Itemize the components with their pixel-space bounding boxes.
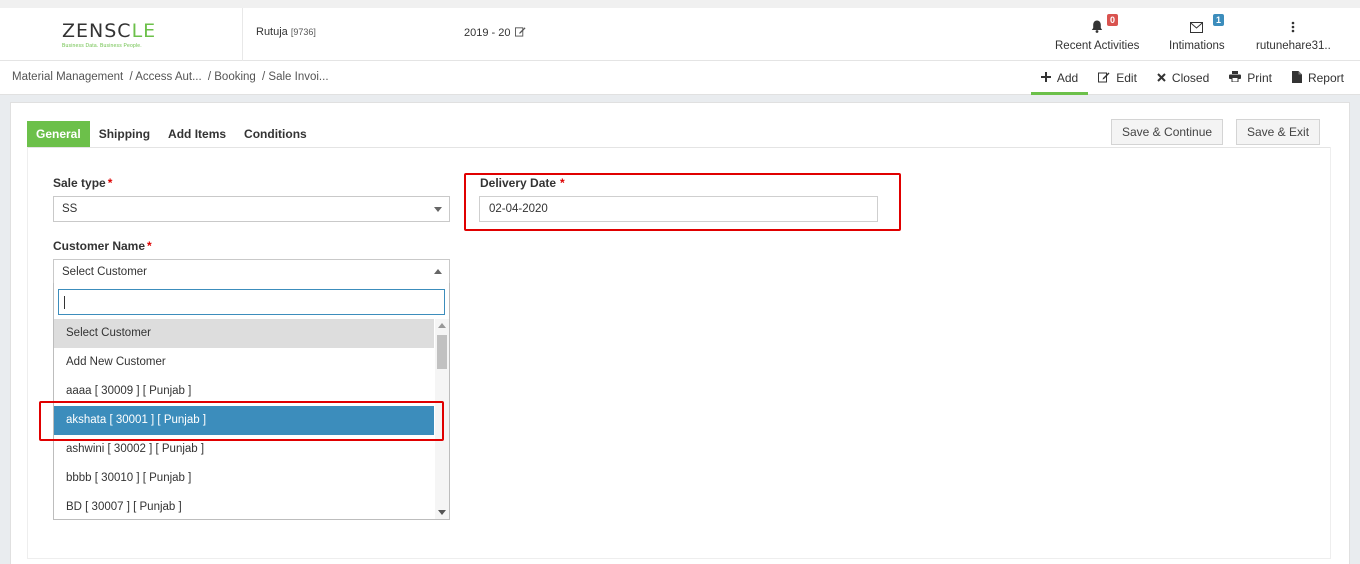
edit-icon bbox=[1098, 71, 1110, 86]
recent-activities-button[interactable]: 0 Recent Activities bbox=[1055, 14, 1140, 52]
close-icon bbox=[1157, 71, 1166, 85]
form-tabs: General Shipping Add Items Conditions bbox=[27, 121, 316, 147]
delivery-date-input[interactable]: 02-04-2020 bbox=[479, 196, 878, 222]
customer-name-required: * bbox=[147, 239, 152, 253]
customer-option-bd[interactable]: BD [ 30007 ] [ Punjab ] bbox=[54, 493, 434, 522]
app-logo[interactable]: ZENSCLE Business Data. Business People. bbox=[62, 20, 182, 50]
content-panel: General Shipping Add Items Conditions Sa… bbox=[10, 102, 1350, 564]
breadcrumb: Material Management / Access Aut... / Bo… bbox=[12, 71, 332, 83]
tab-general[interactable]: General bbox=[27, 121, 90, 147]
delivery-date-required: * bbox=[560, 176, 565, 190]
sale-type-required: * bbox=[107, 176, 113, 190]
caret-up-icon bbox=[434, 269, 442, 274]
action-toolbar: Add Edit Closed Print Report bbox=[1030, 61, 1354, 95]
breadcrumb-item-booking[interactable]: / Booking bbox=[208, 71, 256, 83]
dropdown-scrollbar[interactable] bbox=[435, 319, 449, 519]
intimations-button[interactable]: 1 Intimations bbox=[1169, 14, 1225, 52]
divider bbox=[242, 8, 243, 61]
logo-text-b: LE bbox=[131, 20, 157, 42]
logo-tagline: Business Data. Business People. bbox=[62, 43, 142, 49]
customer-option-aaaa[interactable]: aaaa [ 30009 ] [ Punjab ] bbox=[54, 377, 434, 406]
customer-name-value: Select Customer bbox=[62, 266, 148, 278]
add-label: Add bbox=[1056, 71, 1079, 85]
customer-name-label-text: Customer Name bbox=[53, 239, 146, 253]
plus-icon bbox=[1040, 71, 1051, 85]
print-label: Print bbox=[1247, 71, 1272, 85]
delivery-date-label: Delivery Date * bbox=[480, 176, 565, 190]
user-menu-button[interactable]: rutunehare31.. bbox=[1256, 16, 1331, 52]
breadcrumb-item-access-authorization[interactable]: / Access Aut... bbox=[129, 71, 201, 83]
current-user: Rutuja [9736] bbox=[256, 26, 316, 38]
top-bar: ZENSCLE Business Data. Business People. … bbox=[0, 0, 1360, 61]
save-continue-button[interactable]: Save & Continue bbox=[1111, 119, 1224, 145]
user-menu-label: rutunehare31.. bbox=[1256, 40, 1331, 52]
envelope-icon bbox=[1190, 22, 1204, 36]
intimations-label: Intimations bbox=[1169, 40, 1225, 52]
breadcrumb-bar: Material Management / Access Aut... / Bo… bbox=[0, 61, 1360, 95]
add-button[interactable]: Add bbox=[1030, 61, 1089, 95]
sale-type-value: SS bbox=[62, 203, 78, 215]
edit-button[interactable]: Edit bbox=[1088, 61, 1147, 95]
customer-name-label: Customer Name * bbox=[53, 239, 152, 253]
delivery-date-value: 02-04-2020 bbox=[489, 203, 548, 215]
fiscal-year: 2019 - 20 bbox=[464, 26, 527, 40]
customer-option-select-customer[interactable]: Select Customer bbox=[54, 319, 434, 348]
tab-add-items[interactable]: Add Items bbox=[159, 121, 235, 147]
report-label: Report bbox=[1307, 71, 1344, 85]
caret-down-icon bbox=[434, 207, 442, 212]
save-exit-button[interactable]: Save & Exit bbox=[1236, 119, 1321, 145]
recent-activities-label: Recent Activities bbox=[1055, 40, 1140, 52]
intimations-count: 1 bbox=[1213, 14, 1225, 26]
user-name: Rutuja bbox=[256, 26, 288, 38]
tab-shipping[interactable]: Shipping bbox=[90, 121, 159, 147]
closed-label: Closed bbox=[1171, 71, 1210, 85]
edit-label: Edit bbox=[1116, 71, 1137, 85]
customer-option-add-new[interactable]: Add New Customer bbox=[54, 348, 434, 377]
edit-year-icon[interactable] bbox=[515, 26, 527, 40]
print-button[interactable]: Print bbox=[1219, 61, 1282, 95]
report-button[interactable]: Report bbox=[1282, 61, 1354, 95]
customer-options-list: Select Customer Add New Customer aaaa [ … bbox=[54, 319, 434, 522]
bell-icon bbox=[1091, 20, 1103, 36]
text-cursor bbox=[64, 296, 65, 309]
scroll-up-icon[interactable] bbox=[438, 323, 446, 328]
customer-dropdown: Select Customer Add New Customer aaaa [ … bbox=[53, 283, 450, 520]
customer-option-bbbb[interactable]: bbbb [ 30010 ] [ Punjab ] bbox=[54, 464, 434, 493]
tab-conditions[interactable]: Conditions bbox=[235, 121, 316, 147]
logo-text-a: ZENSC bbox=[62, 20, 132, 42]
sale-type-select[interactable]: SS bbox=[53, 196, 450, 222]
closed-button[interactable]: Closed bbox=[1147, 61, 1219, 95]
recent-activities-count: 0 bbox=[1107, 14, 1119, 26]
fiscal-year-label: 2019 - 20 bbox=[464, 27, 511, 39]
sale-type-label: Sale type * bbox=[53, 176, 112, 190]
customer-name-select[interactable]: Select Customer bbox=[53, 259, 450, 285]
customer-option-akshata[interactable]: akshata [ 30001 ] [ Punjab ] bbox=[54, 406, 434, 435]
user-id: [9736] bbox=[290, 27, 316, 37]
customer-search-input[interactable] bbox=[58, 289, 445, 315]
sale-type-label-text: Sale type bbox=[53, 176, 106, 190]
file-icon bbox=[1291, 70, 1302, 86]
delivery-date-label-text: Delivery Date bbox=[480, 176, 557, 190]
more-vertical-icon bbox=[1291, 21, 1295, 36]
customer-option-ashwini[interactable]: ashwini [ 30002 ] [ Punjab ] bbox=[54, 435, 434, 464]
breadcrumb-item-material-management[interactable]: Material Management bbox=[12, 71, 123, 83]
scroll-thumb[interactable] bbox=[437, 335, 447, 369]
breadcrumb-item-sale-invoice: / Sale Invoi... bbox=[262, 71, 329, 83]
printer-icon bbox=[1229, 71, 1242, 85]
scroll-down-icon[interactable] bbox=[438, 510, 446, 515]
